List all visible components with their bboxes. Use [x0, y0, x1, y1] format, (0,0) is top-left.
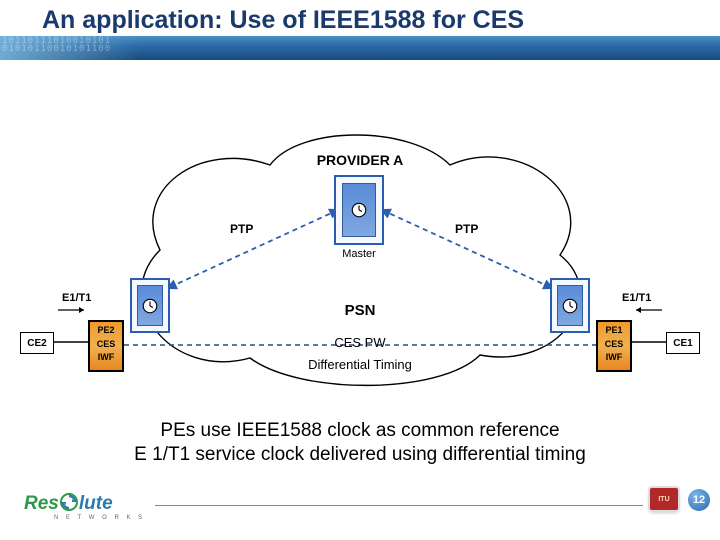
e1t1-label-left: E1/T1	[62, 292, 91, 304]
e1t1-label-right: E1/T1	[622, 292, 651, 304]
ptp-label-right: PTP	[455, 222, 478, 236]
pe2-box: PE2 CES IWF	[88, 320, 124, 372]
footer-divider	[155, 505, 643, 506]
slide-title: An application: Use of IEEE1588 for CES	[42, 6, 524, 35]
pe1-box: PE1 CES IWF	[596, 320, 632, 372]
psn-label: PSN	[0, 302, 720, 319]
pe2-line3: IWF	[90, 351, 122, 365]
itu-badge: ITU	[650, 488, 678, 510]
master-label: Master	[334, 248, 384, 260]
pe2-line2: CES	[90, 338, 122, 352]
logo-res: Res	[24, 493, 59, 514]
diagram-area: PROVIDER A Master PTP PTP PSN CES PW Dif…	[0, 70, 720, 400]
provider-label: PROVIDER A	[0, 152, 720, 168]
pe1-line2: CES	[598, 338, 630, 352]
caption-line1: PEs use IEEE1588 clock as common referen…	[0, 420, 720, 442]
header-binary-pattern: 10110111010010101 01010110010101100	[0, 36, 140, 60]
page-number: 12	[688, 489, 710, 511]
pe2-line1: PE2	[90, 324, 122, 338]
logo-o-icon	[59, 492, 79, 517]
logo-subtitle: N E T W O R K S	[54, 515, 145, 521]
caption-line2: E 1/T1 service clock delivered using dif…	[0, 444, 720, 466]
ce2-box: CE2	[20, 332, 54, 354]
resolute-logo: Reslute N E T W O R K S	[24, 492, 145, 521]
ce1-box: CE1	[666, 332, 700, 354]
pe1-line3: IWF	[598, 351, 630, 365]
logo-lute: lute	[79, 493, 113, 514]
clock-icon	[350, 201, 368, 219]
master-clock-box	[334, 175, 384, 245]
pe1-line1: PE1	[598, 324, 630, 338]
ptp-label-left: PTP	[230, 222, 253, 236]
